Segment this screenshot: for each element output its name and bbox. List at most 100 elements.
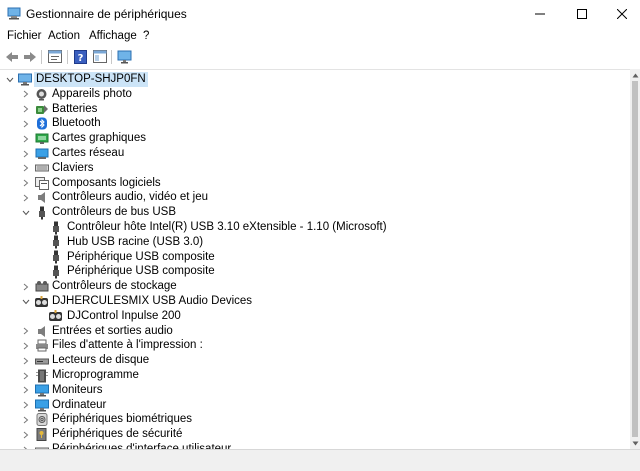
storage-controller-icon	[34, 279, 49, 294]
tree-device[interactable]: Périphérique USB composite	[0, 264, 600, 279]
scrollbar-thumb[interactable]	[632, 81, 638, 437]
chevron-right-icon[interactable]	[20, 442, 32, 449]
chevron-right-icon[interactable]	[20, 368, 32, 383]
tree-category[interactable]: Périphériques biométriques	[0, 412, 600, 427]
scroll-down-icon[interactable]	[630, 438, 640, 448]
tree-category[interactable]: DJHERCULESMIX USB Audio Devices	[0, 294, 600, 309]
tree-item-label: Périphérique USB composite	[67, 265, 215, 278]
view-button[interactable]	[91, 48, 109, 65]
chevron-right-icon[interactable]	[20, 190, 32, 205]
toolbar: ?	[0, 46, 640, 68]
tree-category[interactable]: Appareils photo	[0, 87, 600, 102]
tree-device[interactable]: Contrôleur hôte Intel(R) USB 3.10 eXtens…	[0, 220, 600, 235]
menu-action[interactable]: Action	[48, 30, 80, 42]
tree-category[interactable]: Ordinateur	[0, 398, 600, 413]
usb-icon	[48, 220, 63, 235]
tree-category[interactable]: Cartes réseau	[0, 146, 600, 161]
minimize-button[interactable]	[520, 0, 560, 28]
svg-text:?: ?	[77, 53, 83, 64]
tree-item-label: Périphériques de sécurité	[52, 428, 183, 441]
chevron-right-icon[interactable]	[20, 412, 32, 427]
chevron-right-icon[interactable]	[20, 102, 32, 117]
chevron-right-icon[interactable]	[20, 324, 32, 339]
tree-item-label: Périphériques biométriques	[52, 413, 192, 426]
tree-device[interactable]: Hub USB racine (USB 3.0)	[0, 235, 600, 250]
chevron-right-icon[interactable]	[20, 338, 32, 353]
chevron-right-icon[interactable]	[20, 116, 32, 131]
chevron-right-icon[interactable]	[20, 383, 32, 398]
tree-item-label: DJControl Inpulse 200	[67, 309, 181, 322]
chevron-right-icon[interactable]	[20, 176, 32, 191]
computer-icon	[17, 72, 32, 87]
tree-category[interactable]: Composants logiciels	[0, 176, 600, 191]
camera-icon	[34, 87, 49, 102]
tree-category[interactable]: Périphériques de sécurité	[0, 427, 600, 442]
properties-icon	[48, 50, 62, 63]
tree-device[interactable]: Périphérique USB composite	[0, 250, 600, 265]
display-adapter-icon	[34, 131, 49, 146]
tree-category[interactable]: Files d'attente à l'impression :	[0, 338, 600, 353]
menu-bar: Fichier Action Affichage ?	[0, 28, 640, 46]
tree-category[interactable]: Microprogramme	[0, 368, 600, 383]
minimize-icon	[535, 13, 545, 15]
title-bar: Gestionnaire de périphériques	[0, 0, 640, 28]
scan-hardware-button[interactable]	[115, 48, 133, 65]
tree-item-label: Files d'attente à l'impression :	[52, 339, 203, 352]
tree-category[interactable]: Périphériques d'interface utilisateur	[0, 442, 600, 449]
menu-fichier[interactable]: Fichier	[7, 30, 42, 42]
chevron-down-icon[interactable]	[4, 72, 16, 87]
network-adapter-icon	[34, 146, 49, 161]
help-button[interactable]: ?	[71, 48, 89, 65]
computer-icon	[34, 398, 49, 413]
back-button[interactable]	[3, 48, 21, 65]
chevron-right-icon[interactable]	[20, 87, 32, 102]
chevron-down-icon[interactable]	[20, 294, 32, 309]
security-key-icon	[34, 427, 49, 442]
tree-root[interactable]: DESKTOP-SHJP0FN	[0, 72, 600, 87]
menu-affichage[interactable]: Affichage	[89, 30, 137, 42]
usb-icon	[48, 235, 63, 250]
tree-category[interactable]: Claviers	[0, 161, 600, 176]
tree-category[interactable]: Cartes graphiques	[0, 131, 600, 146]
scroll-up-icon[interactable]	[630, 70, 640, 80]
tree-category[interactable]: Moniteurs	[0, 383, 600, 398]
chevron-right-icon[interactable]	[20, 427, 32, 442]
tree-item-label: Contrôleurs de stockage	[52, 280, 177, 293]
close-button[interactable]	[604, 0, 640, 28]
chevron-right-icon[interactable]	[20, 131, 32, 146]
software-component-icon	[34, 176, 49, 191]
tree-category[interactable]: Lecteurs de disque	[0, 353, 600, 368]
usb-icon	[48, 264, 63, 279]
menu-help[interactable]: ?	[143, 30, 149, 42]
chevron-right-icon[interactable]	[20, 279, 32, 294]
help-icon: ?	[73, 49, 87, 64]
tree-category[interactable]: Bluetooth	[0, 116, 600, 131]
forward-button[interactable]	[21, 48, 39, 65]
tree-category[interactable]: Contrôleurs de bus USB	[0, 205, 600, 220]
tree-item-label: Composants logiciels	[52, 176, 161, 189]
tree-device[interactable]: DJControl Inpulse 200	[0, 309, 600, 324]
tree-item-label: Hub USB racine (USB 3.0)	[67, 235, 204, 248]
tree-category[interactable]: Contrôleurs de stockage	[0, 279, 600, 294]
speaker-icon	[34, 324, 49, 339]
device-tree: DESKTOP-SHJP0FN Appareils photo Batteries…	[0, 69, 630, 449]
tree-category[interactable]: Contrôleurs audio, vidéo et jeu	[0, 190, 600, 205]
battery-icon	[34, 102, 49, 117]
properties-button[interactable]	[46, 48, 64, 65]
chevron-right-icon[interactable]	[20, 398, 32, 413]
maximize-button[interactable]	[562, 0, 602, 28]
window-title: Gestionnaire de périphériques	[26, 7, 187, 21]
tree-category[interactable]: Batteries	[0, 102, 600, 117]
tree-category[interactable]: Entrées et sorties audio	[0, 324, 600, 339]
device-manager-icon	[7, 7, 21, 20]
chevron-right-icon[interactable]	[20, 353, 32, 368]
computer-name: DESKTOP-SHJP0FN	[34, 72, 148, 87]
maximize-icon	[577, 9, 587, 19]
back-arrow-icon	[6, 51, 18, 62]
tree-item-label: Microprogramme	[52, 369, 139, 381]
usb-icon	[48, 250, 63, 265]
vertical-scrollbar[interactable]	[630, 69, 640, 449]
chevron-right-icon[interactable]	[20, 146, 32, 161]
chevron-down-icon[interactable]	[20, 205, 32, 220]
chevron-right-icon[interactable]	[20, 161, 32, 176]
